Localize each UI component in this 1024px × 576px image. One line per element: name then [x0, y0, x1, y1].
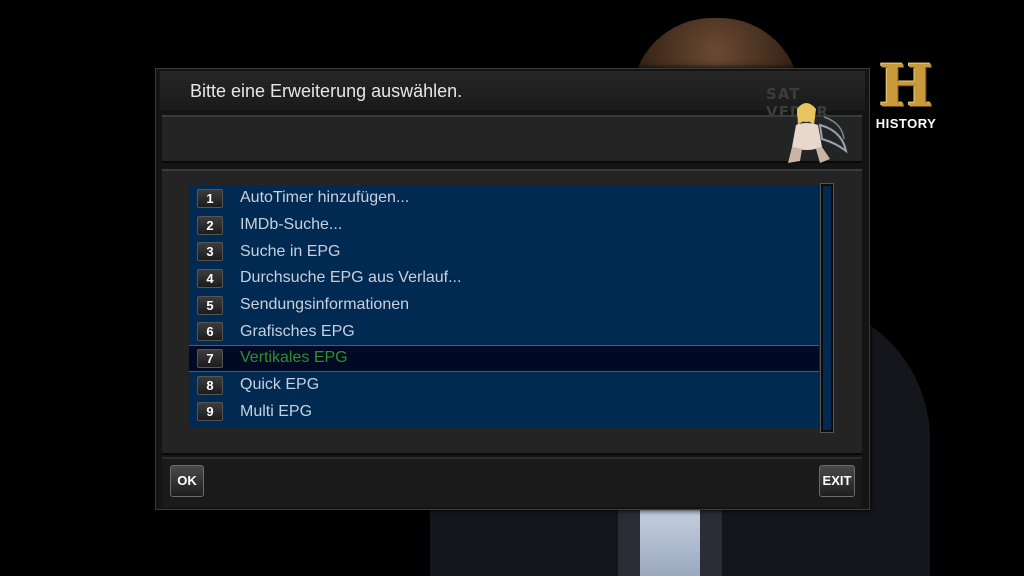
menu-item-imdb-search[interactable]: 2 IMDb-Suche...: [189, 212, 819, 239]
dialog-info-bar: [162, 115, 862, 163]
menu-item-graphical-epg[interactable]: 6 Grafisches EPG: [189, 318, 819, 345]
menu-item-epg-search[interactable]: 3 Suche in EPG: [189, 238, 819, 265]
menu-item-multi-epg[interactable]: 9 Multi EPG: [189, 399, 819, 426]
menu-item-event-info[interactable]: 5 Sendungsinformationen: [189, 292, 819, 319]
menu-item-label: Grafisches EPG: [240, 322, 355, 340]
menu-item-label: Durchsuche EPG aus Verlauf...: [240, 269, 462, 287]
number-key-badge: 2: [197, 215, 223, 235]
menu-item-quick-epg[interactable]: 8 Quick EPG: [189, 372, 819, 399]
number-key-badge: 8: [197, 375, 223, 395]
menu-item-autotimer[interactable]: 1 AutoTimer hinzufügen...: [189, 185, 819, 212]
menu-item-epg-history-search[interactable]: 4 Durchsuche EPG aus Verlauf...: [189, 265, 819, 292]
menu-item-label: Suche in EPG: [240, 242, 341, 260]
menu-item-label: IMDb-Suche...: [240, 216, 343, 234]
number-key-badge: 3: [197, 242, 223, 262]
number-key-badge: 4: [197, 268, 223, 288]
menu-item-label: Quick EPG: [240, 376, 320, 394]
dialog-title-bar: Bitte eine Erweiterung auswählen. SAT VE…: [160, 71, 865, 121]
channel-logo-letter: H: [878, 52, 934, 120]
number-key-badge: 9: [197, 402, 223, 422]
channel-logo: H HISTORY: [866, 56, 946, 138]
dialog-button-bar: OK EXIT: [162, 457, 862, 507]
menu-item-label: AutoTimer hinzufügen...: [240, 189, 410, 207]
menu-list-frame: 1 AutoTimer hinzufügen... 2 IMDb-Suche..…: [162, 169, 862, 455]
number-key-badge: 1: [197, 188, 223, 208]
menu-scrollbar-thumb[interactable]: [823, 186, 831, 430]
menu-item-label: Vertikales EPG: [240, 349, 348, 367]
exit-button[interactable]: EXIT: [819, 465, 855, 497]
presenter-shirt: [640, 505, 700, 576]
skin-mascot-icon: [788, 103, 848, 163]
extension-menu-list: 1 AutoTimer hinzufügen... 2 IMDb-Suche..…: [189, 185, 819, 427]
channel-logo-name: HISTORY: [875, 116, 937, 131]
menu-item-label: Sendungsinformationen: [240, 296, 410, 314]
number-key-badge: 5: [197, 295, 223, 315]
number-key-badge: 7: [197, 348, 223, 368]
menu-scrollbar[interactable]: [820, 183, 834, 433]
ok-button[interactable]: OK: [170, 465, 204, 497]
number-key-badge: 6: [197, 322, 223, 342]
dialog-title: Bitte eine Erweiterung auswählen.: [190, 81, 463, 101]
menu-item-label: Multi EPG: [240, 402, 313, 420]
extension-chooser-dialog: Bitte eine Erweiterung auswählen. SAT VE…: [155, 68, 870, 510]
presenter-lapel-right: [700, 505, 722, 576]
menu-item-vertical-epg[interactable]: 7 Vertikales EPG: [189, 345, 819, 372]
